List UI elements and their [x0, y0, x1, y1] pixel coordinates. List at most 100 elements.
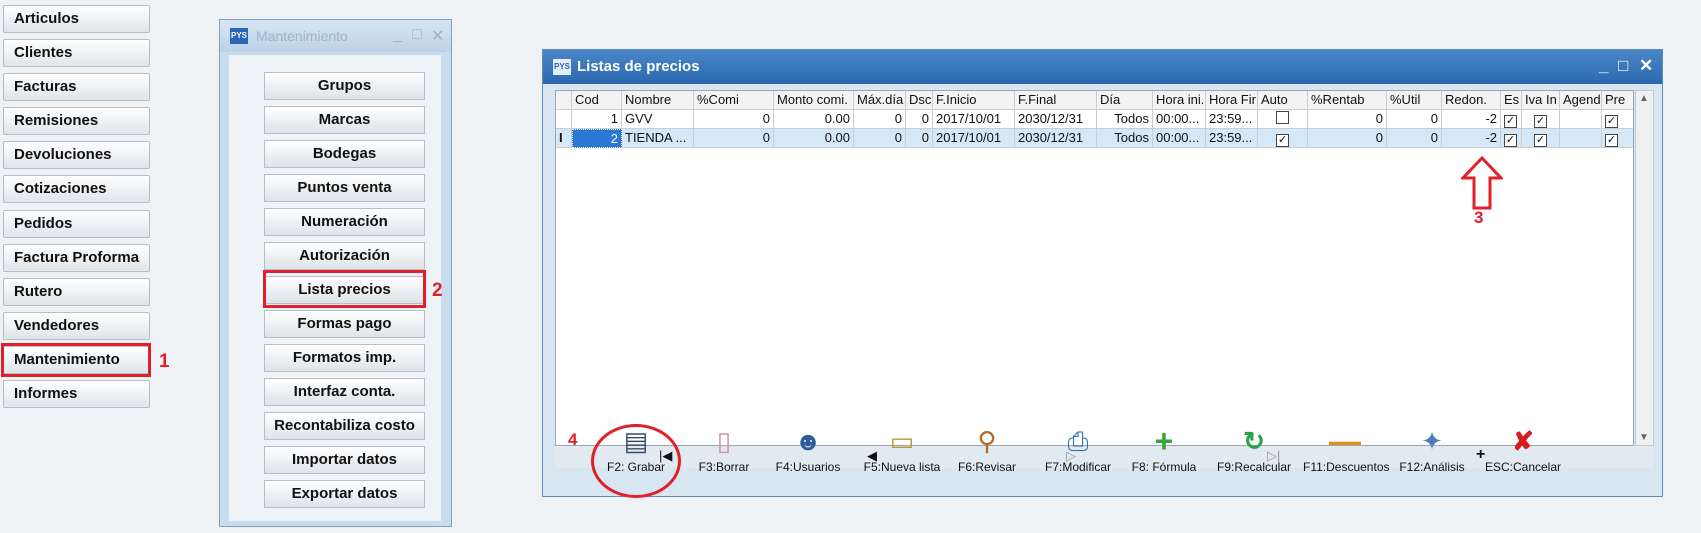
auto-checkbox-cell[interactable] [1258, 110, 1308, 129]
revisar-button[interactable]: ⚲ F6:Revisar [953, 424, 1021, 474]
column-header[interactable]: Agend [1560, 91, 1602, 110]
table-cell[interactable]: Todos [1097, 129, 1153, 148]
table-cell-selected[interactable]: 2 [572, 129, 622, 148]
column-header[interactable]: Redon. [1442, 91, 1501, 110]
column-header[interactable]: Máx.día [854, 91, 906, 110]
table-cell[interactable]: 0 [1308, 110, 1387, 129]
table-cell[interactable] [1560, 129, 1602, 148]
checkbox-checked[interactable]: ✓ [1605, 134, 1618, 147]
close-icon[interactable]: ✕ [1639, 56, 1653, 76]
menu-rutero-button[interactable]: Rutero [3, 278, 150, 306]
table-cell[interactable]: Todos [1097, 110, 1153, 129]
es-checkbox-cell[interactable]: ✓ [1501, 129, 1522, 148]
table-cell[interactable]: 0.00 [774, 110, 854, 129]
vertical-scrollbar[interactable]: ▲ ▼ [1635, 90, 1654, 446]
table-cell[interactable]: 1 [572, 110, 622, 129]
column-header[interactable]: Hora Fir [1206, 91, 1258, 110]
column-header[interactable]: Iva In [1522, 91, 1560, 110]
column-header[interactable]: Es [1501, 91, 1522, 110]
usuarios-button[interactable]: ☻ F4:Usuarios [770, 424, 846, 474]
checkbox-checked[interactable]: ✓ [1276, 134, 1289, 147]
row-indicator-cursor-icon[interactable]: I [556, 129, 572, 148]
es-checkbox-cell[interactable]: ✓ [1501, 110, 1522, 129]
table-cell[interactable]: 23:59... [1206, 110, 1258, 129]
column-header[interactable]: Nombre [622, 91, 694, 110]
formas-pago-button[interactable]: Formas pago [264, 310, 425, 338]
checkbox-checked[interactable]: ✓ [1504, 134, 1517, 147]
interfaz-conta-button[interactable]: Interfaz conta. [264, 378, 425, 406]
column-header[interactable]: F.Final [1015, 91, 1097, 110]
scroll-down-icon[interactable]: ▼ [1639, 432, 1649, 443]
column-header[interactable]: F.Inicio [933, 91, 1015, 110]
menu-factura-proforma-button[interactable]: Factura Proforma [3, 244, 150, 272]
table-cell[interactable]: -2 [1442, 129, 1501, 148]
checkbox-checked[interactable]: ✓ [1534, 134, 1547, 147]
pre-checkbox-cell[interactable]: ✓ [1602, 129, 1633, 148]
table-cell[interactable]: 0 [1387, 129, 1442, 148]
table-cell[interactable]: 00:00... [1153, 110, 1206, 129]
table-cell[interactable]: 0 [694, 110, 774, 129]
column-header[interactable]: %Util [1387, 91, 1442, 110]
menu-clientes-button[interactable]: Clientes [3, 39, 150, 67]
table-cell[interactable]: 0 [854, 110, 906, 129]
checkbox-checked[interactable]: ✓ [1605, 115, 1618, 128]
mantenimiento-title-bar[interactable]: PYS Mantenimiento _ □ ✕ [220, 20, 451, 52]
marcas-button[interactable]: Marcas [264, 106, 425, 134]
puntos-venta-button[interactable]: Puntos venta [264, 174, 425, 202]
menu-devoluciones-button[interactable]: Devoluciones [3, 141, 150, 169]
menu-remisiones-button[interactable]: Remisiones [3, 107, 150, 135]
column-header[interactable]: Dsc [906, 91, 933, 110]
analisis-button[interactable]: ✦ F12:Análisis [1394, 424, 1470, 474]
autorizacion-button[interactable]: Autorización [264, 242, 425, 270]
minimize-icon[interactable]: _ [393, 26, 402, 44]
importar-datos-button[interactable]: Importar datos [264, 446, 425, 474]
nueva-lista-button[interactable]: ▭ F5:Nueva lista [861, 424, 943, 474]
grupos-button[interactable]: Grupos [264, 72, 425, 100]
table-cell[interactable]: 2030/12/31 [1015, 129, 1097, 148]
minimize-icon[interactable]: _ [1599, 56, 1608, 76]
column-header[interactable]: Día [1097, 91, 1153, 110]
menu-vendedores-button[interactable]: Vendedores [3, 312, 150, 340]
menu-articulos-button[interactable]: Articulos [3, 5, 150, 33]
column-header[interactable]: %Rentab [1308, 91, 1387, 110]
exportar-datos-button[interactable]: Exportar datos [264, 480, 425, 508]
descuentos-button[interactable]: — F11:Descuentos [1303, 424, 1390, 474]
column-header[interactable]: Pre [1602, 91, 1633, 110]
menu-pedidos-button[interactable]: Pedidos [3, 210, 150, 238]
maximize-icon[interactable]: □ [412, 26, 422, 44]
listas-title-bar[interactable]: PYS Listas de precios _ □ ✕ [543, 50, 1662, 84]
modificar-button[interactable]: ⎙ F7:Modificar [1040, 424, 1116, 474]
auto-checkbox-cell[interactable]: ✓ [1258, 129, 1308, 148]
iva-checkbox-cell[interactable]: ✓ [1522, 110, 1560, 129]
checkbox-checked[interactable]: ✓ [1534, 115, 1547, 128]
borrar-button[interactable]: ▯ F3:Borrar [689, 424, 759, 474]
maximize-icon[interactable]: □ [1618, 56, 1628, 76]
table-cell[interactable]: 2030/12/31 [1015, 110, 1097, 129]
formatos-imp-button[interactable]: Formatos imp. [264, 344, 425, 372]
table-cell[interactable]: 0 [694, 129, 774, 148]
table-cell[interactable]: 2017/10/01 [933, 110, 1015, 129]
menu-informes-button[interactable]: Informes [3, 380, 150, 408]
column-header[interactable]: Monto comi. [774, 91, 854, 110]
table-cell[interactable]: 23:59... [1206, 129, 1258, 148]
column-header[interactable]: Auto [1258, 91, 1308, 110]
table-cell[interactable]: 00:00... [1153, 129, 1206, 148]
row-indicator[interactable] [556, 110, 572, 129]
menu-facturas-button[interactable]: Facturas [3, 73, 150, 101]
table-cell[interactable]: GVV [622, 110, 694, 129]
table-cell[interactable]: 0 [906, 129, 933, 148]
table-cell[interactable]: -2 [1442, 110, 1501, 129]
recontabiliza-costo-button[interactable]: Recontabiliza costo [264, 412, 425, 440]
prices-grid[interactable]: Cod Nombre %Comi Monto comi. Máx.día Dsc… [555, 90, 1634, 446]
table-cell[interactable]: 0 [1387, 110, 1442, 129]
formula-button[interactable]: + F8: Fórmula [1126, 424, 1202, 474]
table-cell[interactable]: 0.00 [774, 129, 854, 148]
cancelar-button[interactable]: ✘ ESC:Cancelar [1481, 424, 1565, 474]
checkbox-checked[interactable]: ✓ [1504, 115, 1517, 128]
scroll-up-icon[interactable]: ▲ [1639, 93, 1649, 104]
close-icon[interactable]: ✕ [431, 26, 444, 46]
table-cell[interactable]: 2017/10/01 [933, 129, 1015, 148]
table-cell[interactable]: 0 [854, 129, 906, 148]
checkbox[interactable] [1276, 111, 1289, 124]
menu-cotizaciones-button[interactable]: Cotizaciones [3, 175, 150, 203]
